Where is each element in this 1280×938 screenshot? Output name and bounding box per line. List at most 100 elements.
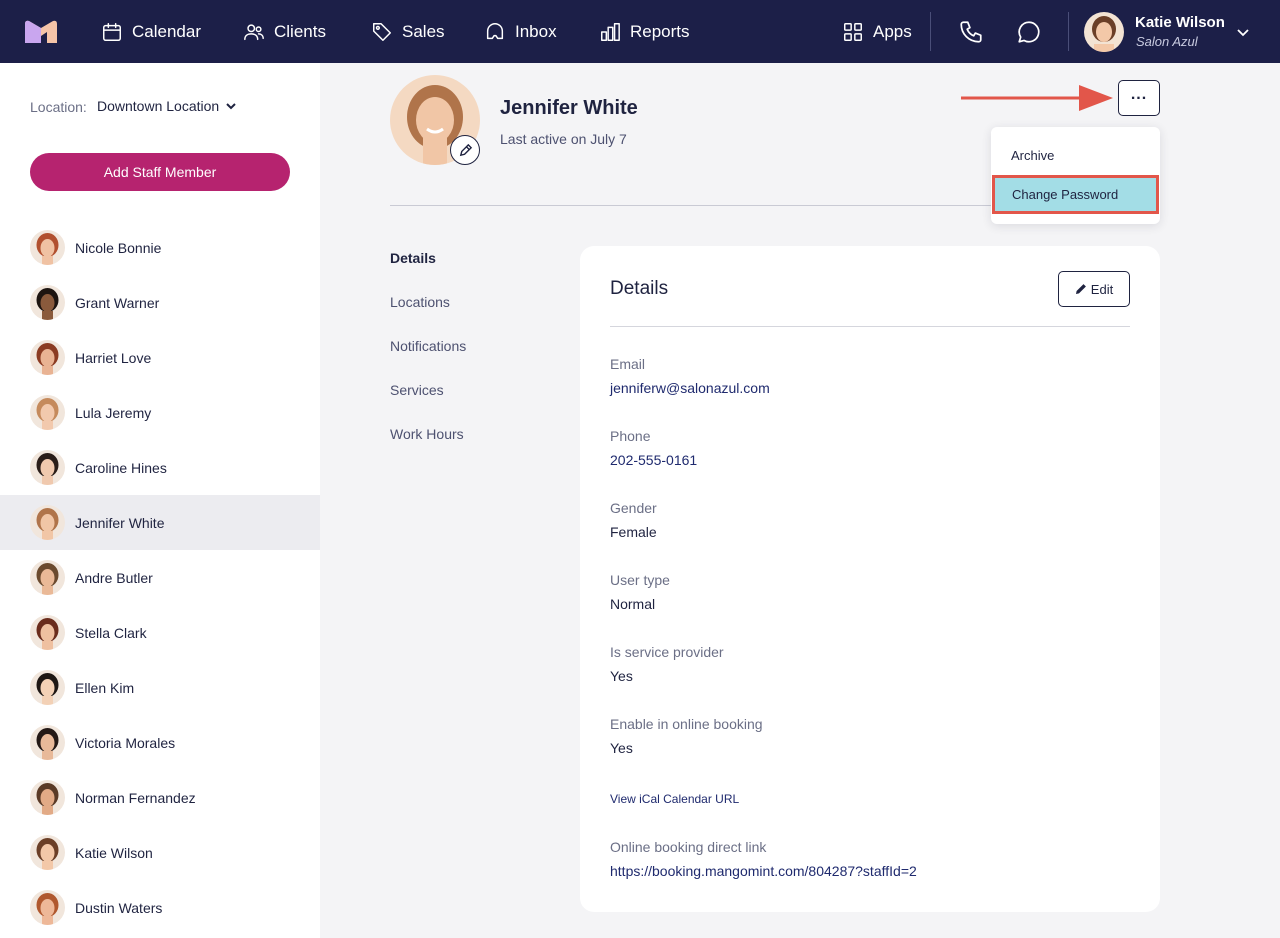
nav-clients[interactable]: Clients — [243, 0, 326, 63]
staff-avatar — [30, 670, 65, 705]
last-active-text: Last active on July 7 — [500, 131, 627, 147]
staff-name: Caroline Hines — [75, 459, 167, 476]
staff-name: Victoria Morales — [75, 734, 176, 751]
nav-sales[interactable]: Sales — [371, 0, 445, 63]
calendar-icon — [103, 22, 121, 41]
nav-apps-label: Apps — [873, 21, 912, 41]
menu-item-change-password[interactable]: Change Password — [992, 175, 1159, 214]
staff-avatar — [30, 890, 65, 925]
staff-name: Stella Clark — [75, 624, 147, 641]
staff-name: Grant Warner — [75, 294, 160, 311]
staff-sidebar: Location: Downtown Location Add Staff Me… — [0, 63, 320, 938]
clients-icon — [244, 23, 264, 40]
nav-inbox-label: Inbox — [515, 21, 557, 41]
staff-list-item[interactable]: Stella Clark — [0, 605, 320, 660]
brand-logo-icon[interactable] — [25, 20, 57, 43]
nav-divider — [930, 12, 931, 51]
chat-bubble-icon — [1018, 21, 1040, 43]
staff-avatar — [30, 395, 65, 430]
nav-divider — [1068, 12, 1069, 51]
add-staff-button[interactable]: Add Staff Member — [30, 153, 290, 191]
more-options-button[interactable]: ... — [1118, 80, 1160, 116]
service-provider-label: Is service provider — [610, 644, 724, 660]
staff-list-item[interactable]: Katie Wilson — [0, 825, 320, 880]
staff-list-item[interactable]: Harriet Love — [0, 330, 320, 385]
pencil-icon — [1075, 284, 1086, 294]
ellipsis-icon: ... — [1130, 86, 1148, 103]
nav-clients-label: Clients — [274, 21, 326, 41]
staff-avatar — [30, 230, 65, 265]
phone-button[interactable] — [958, 19, 984, 45]
nav-apps[interactable]: Apps — [842, 0, 912, 63]
user-menu[interactable]: Katie Wilson Salon Azul — [1084, 12, 1264, 52]
subnav-details[interactable]: Details — [390, 250, 436, 266]
staff-name: Ellen Kim — [75, 679, 135, 696]
subnav-services[interactable]: Services — [390, 382, 444, 398]
nav-inbox[interactable]: Inbox — [484, 0, 557, 63]
staff-name: Jennifer White — [75, 514, 165, 531]
staff-list-item[interactable]: Norman Fernandez — [0, 770, 320, 825]
avatar-edit-button[interactable] — [450, 135, 480, 165]
staff-list-item[interactable]: Victoria Morales — [0, 715, 320, 770]
chevron-down-icon — [1236, 25, 1250, 39]
phone-value[interactable]: 202-555-0161 — [610, 452, 697, 468]
staff-avatar — [30, 340, 65, 375]
online-booking-value: Yes — [610, 740, 633, 756]
staff-list-item[interactable]: Dustin Waters — [0, 880, 320, 935]
top-nav: Calendar Clients Sales Inbox Reports App… — [0, 0, 1280, 63]
tag-icon — [373, 22, 391, 41]
user-salon: Salon Azul — [1136, 34, 1198, 49]
booking-link-value[interactable]: https://booking.mangomint.com/804287?sta… — [610, 863, 917, 879]
staff-avatar — [30, 615, 65, 650]
user-type-label: User type — [610, 572, 670, 588]
pencil-icon — [459, 143, 472, 156]
staff-list-item[interactable]: Caroline Hines — [0, 440, 320, 495]
email-label: Email — [610, 356, 646, 372]
reports-icon — [601, 22, 620, 41]
staff-list-item[interactable]: Grant Warner — [0, 275, 320, 330]
edit-button-label: Edit — [1090, 281, 1114, 297]
staff-name: Norman Fernandez — [75, 789, 196, 806]
staff-name: Harriet Love — [75, 349, 152, 366]
ical-calendar-link[interactable]: View iCal Calendar URL — [610, 792, 739, 806]
location-select[interactable]: Downtown Location — [97, 98, 237, 114]
annotation-arrow-icon — [961, 85, 1113, 111]
nav-sales-label: Sales — [402, 21, 445, 41]
details-card: Details Edit Email jenniferw@salonazul.c… — [580, 246, 1160, 912]
staff-list-item[interactable]: Lula Jeremy — [0, 385, 320, 440]
staff-name: Andre Butler — [75, 569, 153, 586]
staff-avatar — [30, 835, 65, 870]
chat-button[interactable] — [1016, 19, 1042, 45]
apps-grid-icon — [844, 22, 862, 41]
nav-calendar[interactable]: Calendar — [101, 0, 201, 63]
gender-value: Female — [610, 524, 657, 540]
subnav-notifications[interactable]: Notifications — [390, 338, 466, 354]
staff-list-item[interactable]: Jennifer White — [0, 495, 320, 550]
phone-label: Phone — [610, 428, 651, 444]
service-provider-value: Yes — [610, 668, 633, 684]
chevron-down-icon — [226, 103, 236, 110]
staff-name: Nicole Bonnie — [75, 239, 162, 256]
email-value[interactable]: jenniferw@salonazul.com — [610, 380, 770, 396]
nav-reports[interactable]: Reports — [599, 0, 690, 63]
staff-name: Dustin Waters — [75, 899, 163, 916]
profile-name: Jennifer White — [500, 97, 638, 119]
staff-name: Lula Jeremy — [75, 404, 152, 421]
more-options-menu: Archive Change Password — [991, 127, 1160, 224]
nav-calendar-label: Calendar — [132, 21, 201, 41]
menu-item-archive[interactable]: Archive — [991, 136, 1160, 175]
edit-button[interactable]: Edit — [1058, 271, 1130, 307]
user-avatar — [1084, 12, 1124, 52]
user-name: Katie Wilson — [1135, 14, 1225, 31]
subnav-work-hours[interactable]: Work Hours — [390, 426, 464, 442]
staff-avatar — [30, 505, 65, 540]
staff-list-item[interactable]: Nicole Bonnie — [0, 220, 320, 275]
card-divider — [610, 326, 1130, 327]
phone-icon — [960, 21, 982, 43]
subnav-locations[interactable]: Locations — [390, 294, 450, 310]
booking-link-label: Online booking direct link — [610, 839, 767, 855]
staff-list-item[interactable]: Andre Butler — [0, 550, 320, 605]
staff-list-item[interactable]: Ellen Kim — [0, 660, 320, 715]
staff-avatar — [30, 450, 65, 485]
staff-name: Katie Wilson — [75, 844, 153, 861]
